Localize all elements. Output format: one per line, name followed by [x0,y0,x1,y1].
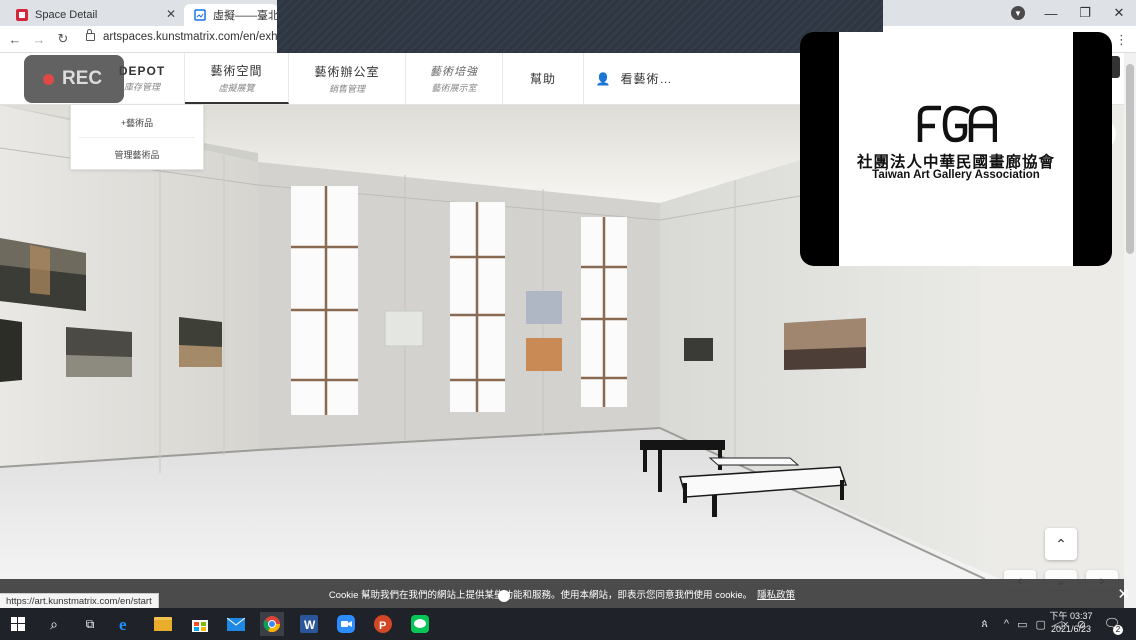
nav-view-art[interactable]: 👤 看藝術… [584,53,684,104]
cursor-dot [498,590,510,602]
zoom-icon[interactable] [334,612,358,636]
svg-text:P: P [379,620,386,632]
reload-icon[interactable]: ↻ [54,30,72,48]
svg-text:W: W [304,618,316,632]
store-icon[interactable] [188,612,212,636]
nav-art-boost[interactable]: 藝術培強 藝術展示室 [406,53,503,104]
menu-item-manage-artworks[interactable]: 管理藝術品 [71,148,203,161]
notification-count: 2 [1113,625,1123,635]
nav-title: 藝術空間 [210,63,263,78]
nav-subtitle: 銷售管理 [328,83,365,94]
task-view-icon[interactable]: ⧉ [78,612,102,636]
artwork[interactable] [526,338,562,371]
tab-exhibition[interactable]: 虛擬——臺北京… [184,4,278,26]
window [291,186,358,415]
close-cookie-icon[interactable]: ✕ [1117,585,1130,603]
show-hidden-icons[interactable]: ^ [1004,618,1009,630]
artwork[interactable] [66,327,132,377]
artwork[interactable] [384,310,424,347]
nav-subtitle: 虛擬展覽 [218,82,255,93]
artwork[interactable] [784,318,866,370]
menu-item-add-artwork[interactable]: +藝術品 [71,116,203,129]
nav-art-office[interactable]: 藝術辦公室 銷售管理 [289,53,406,104]
association-logo-card: 社團法人中華民國畫廊協會 Taiwan Art Gallery Associat… [800,32,1112,266]
artwork[interactable] [179,317,222,367]
network-icon[interactable]: ▢ [1035,618,1045,631]
aga-logo-mark [917,105,997,143]
tab-search-icon[interactable]: ▼ [1011,6,1025,20]
page-favicon-icon [194,9,206,21]
tab-space-detail[interactable]: Space Detail ✕ [6,4,182,26]
close-window-icon[interactable]: ✕ [1102,0,1136,26]
nav-title: 看藝術… [620,72,673,86]
tab-label: 虛擬——臺北京… [213,10,278,22]
word-icon[interactable]: W [297,612,321,636]
chrome-icon[interactable] [260,612,284,636]
battery-icon[interactable]: ▭ [1017,618,1027,631]
artwork[interactable] [526,291,562,324]
scrollbar-thumb[interactable] [1126,64,1134,254]
clock-date: 2021/6/23 [1050,624,1092,634]
artwork[interactable] [684,338,713,361]
window [581,217,627,407]
powerpoint-icon[interactable]: P [371,612,395,636]
nav-help[interactable]: 幫助 [503,53,584,104]
minimize-icon[interactable]: — [1034,0,1068,26]
address-bar[interactable]: artspaces.kunstmatrix.com/en/exhi [86,29,281,43]
window [450,202,505,412]
record-dot-icon [43,73,54,85]
clock-time: 下午 03:37 [1049,611,1093,621]
back-icon[interactable]: ← [6,30,24,48]
tab-label: Space Detail [35,9,98,21]
nav-subtitle: 庫存管理 [123,82,160,92]
notification-center-icon[interactable]: 🗨 2 [1100,612,1124,636]
artwork[interactable] [0,319,22,382]
chevron-up-icon: ⌃ [1055,535,1067,552]
taskbar-clock[interactable]: 下午 03:37 2021/6/23 [1046,610,1096,636]
nav-title: 藝術辦公室 [314,64,380,79]
browser-menu-icon[interactable]: ⋮ [1115,32,1128,48]
user-icon: 👤 [595,71,611,86]
forward-icon[interactable]: → [30,30,48,48]
logo-panel: 社團法人中華民國畫廊協會 Taiwan Art Gallery Associat… [839,32,1073,266]
dark-overlay-panel [277,0,883,60]
windows-start-icon[interactable] [6,612,30,636]
lock-icon [86,29,95,41]
nav-title: 幫助 [529,72,556,86]
nav-title: DEPOT [118,64,166,78]
cookie-banner: Cookie 幫助我們在我們的網站上提供某些功能和服務。使用本網站，即表示您同意… [0,579,1130,608]
people-icon[interactable]: ጰ [981,618,988,631]
close-tab-icon[interactable]: ✕ [166,7,176,21]
nav-art-spaces[interactable]: 藝術空間 虛擬展覽 [185,53,289,104]
association-name-en: Taiwan Art Gallery Association [872,169,1040,181]
line-icon[interactable] [408,612,432,636]
address-url: artspaces.kunstmatrix.com/en/exhi [103,31,281,43]
menu-divider [79,137,195,138]
nav-subtitle: 藝術展示室 [431,83,477,93]
privacy-policy-link[interactable]: 隱私政策 [757,587,795,601]
search-icon[interactable]: ⌕ [42,612,66,636]
edge-icon[interactable]: e [114,612,138,636]
cookie-text: Cookie 幫助我們在我們的網站上提供某些功能和服務。使用本網站，即表示您同意… [328,589,753,601]
kunstmatrix-favicon-icon [16,9,28,21]
svg-text:e: e [119,615,127,633]
windows-taskbar: ⌕ ⧉ e W P ጰ ^ ▭ ▢ ◁× ⊘ 🗨 2 [0,608,1136,640]
scroll-to-top-button[interactable]: ⌃ [1045,528,1077,560]
rec-label: REC [62,68,103,89]
nav-title: 藝術培強 [430,66,478,78]
rec-indicator[interactable]: REC [24,55,124,103]
mail-icon[interactable] [224,612,248,636]
window-controls: — ❐ ✕ [1034,0,1136,26]
depot-dropdown-menu: +藝術品 管理藝術品 [70,104,204,170]
file-explorer-icon[interactable] [151,612,175,636]
maximize-icon[interactable]: ❐ [1068,0,1102,26]
